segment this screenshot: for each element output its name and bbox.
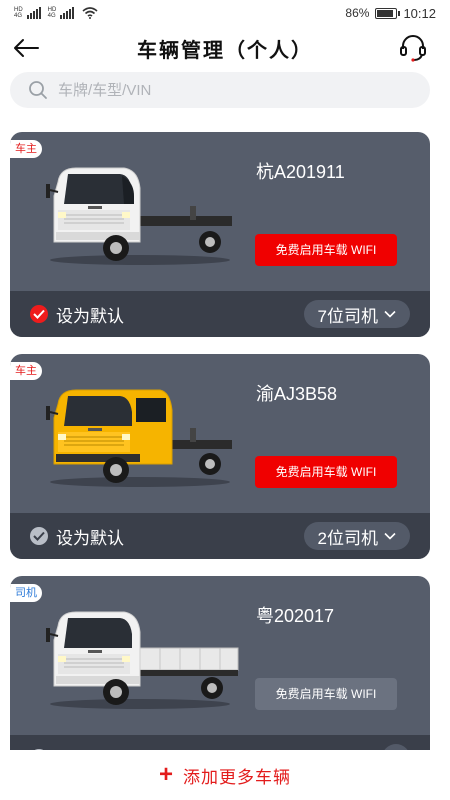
default-checkbox[interactable] — [30, 527, 48, 545]
drivers-dropdown[interactable]: 7位司机 — [303, 300, 410, 328]
page-title: 车辆管理（个人） — [137, 39, 313, 62]
sim1-signal-icon: HD 4G — [14, 7, 23, 19]
back-button[interactable] — [10, 32, 42, 64]
enable-wifi-button[interactable]: 免费启用车载 WIFI — [255, 234, 397, 266]
wifi-icon — [82, 7, 98, 19]
search-input[interactable] — [58, 81, 388, 99]
default-checkbox[interactable] — [30, 305, 48, 323]
enable-wifi-button[interactable]: 免费启用车载 WIFI — [255, 456, 397, 488]
signal-2-icon — [60, 7, 75, 19]
clock: 10:12 — [403, 5, 436, 21]
sim2-signal-icon: HD 4G — [48, 7, 57, 19]
search-icon — [29, 81, 47, 99]
plus-icon: + — [158, 761, 173, 788]
add-vehicle-button[interactable]: + 添加更多车辆 — [0, 750, 450, 800]
vehicle-card-footer: 设为默认 2位司机 — [10, 513, 430, 559]
net2-tag: 4G — [47, 13, 56, 19]
plate-number: 渝AJ3B58 — [256, 384, 338, 404]
plate-number: 粤202017 — [256, 606, 335, 626]
truck-image — [46, 611, 239, 709]
chevron-down-icon — [384, 310, 396, 318]
chevron-down-icon — [384, 532, 396, 540]
check-icon — [33, 309, 45, 319]
truck-image — [46, 389, 232, 487]
net1-tag: 4G — [14, 13, 23, 19]
battery-percent: 86% — [345, 6, 370, 20]
network-status: HD 4G HD 4G — [14, 7, 98, 19]
check-icon — [33, 531, 45, 541]
vehicle-card-top[interactable]: 车主 杭A201911 免费启用车载 WIFI — [10, 132, 430, 291]
search-bar[interactable] — [10, 72, 430, 108]
drivers-count: 7位司机 — [317, 306, 378, 326]
vehicle-card-footer: 设为默认 7位司机 — [10, 291, 430, 337]
role-badge: 司机 — [10, 584, 42, 602]
set-default-label[interactable]: 设为默认 — [56, 302, 124, 327]
vehicle-card[interactable]: 司机 粤202017 免费启用车载 WIFI — [10, 576, 430, 750]
truck-image — [46, 167, 232, 265]
add-vehicle-label: 添加更多车辆 — [183, 767, 291, 787]
drivers-count: 2位司机 — [317, 528, 378, 548]
battery-icon — [375, 7, 401, 19]
vehicle-list[interactable]: 车主 杭A201911 免费启用车载 WIFI 设为默认 7位司机 车主 渝AJ… — [10, 132, 430, 750]
role-badge: 车主 — [10, 140, 42, 158]
back-arrow-icon — [14, 39, 39, 57]
customer-service-headset-icon — [400, 35, 426, 62]
status-bar: HD 4G HD 4G 86% 10:12 — [0, 0, 450, 26]
battery-fill — [377, 9, 393, 17]
plate-number: 杭A201911 — [256, 162, 345, 182]
vehicle-card[interactable]: 车主 渝AJ3B58 免费启用车载 WIFI 设为默认 2位司机 — [10, 354, 430, 559]
vehicle-card[interactable]: 车主 杭A201911 免费启用车载 WIFI 设为默认 7位司机 — [10, 132, 430, 337]
set-default-label[interactable]: 设为默认 — [56, 524, 124, 549]
app-header: 车辆管理（个人） — [0, 26, 450, 70]
vehicle-card-footer — [10, 735, 430, 750]
drivers-dropdown[interactable]: 2位司机 — [303, 522, 410, 550]
enable-wifi-button[interactable]: 免费启用车载 WIFI — [255, 678, 397, 710]
role-badge: 车主 — [10, 362, 42, 380]
vehicle-card-top[interactable]: 车主 渝AJ3B58 免费启用车载 WIFI — [10, 354, 430, 513]
vehicle-card-top[interactable]: 司机 粤202017 免费启用车载 WIFI — [10, 576, 430, 735]
signal-icon — [26, 7, 41, 19]
status-right: 86% 10:12 — [345, 6, 436, 21]
customer-service-button[interactable] — [396, 31, 430, 65]
